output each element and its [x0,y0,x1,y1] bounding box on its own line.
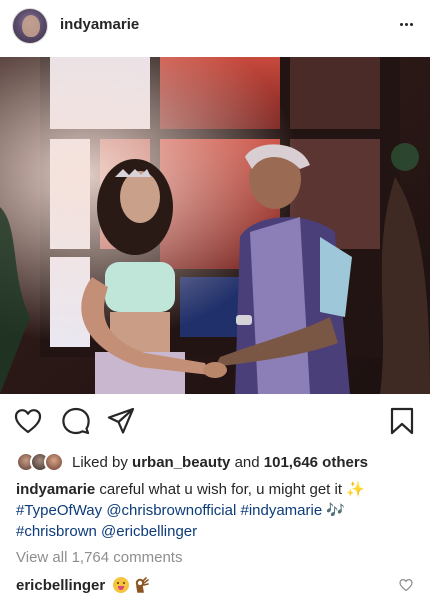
heart-icon [14,409,42,434]
bookmark-button[interactable] [386,404,418,438]
likes-count[interactable]: 101,646 others [264,454,368,471]
share-icon [107,407,135,434]
music-notes-emoji-icon: 🎶 [326,501,346,519]
share-button[interactable] [105,404,137,438]
mention-ericbellinger[interactable]: @ericbellinger [101,523,197,540]
caption-text: careful what u wish for, u might get it [99,481,343,498]
liker-username[interactable]: urban_beauty [132,454,230,471]
tongue-out-emoji-icon [113,577,130,593]
likes-text: Liked by urban_beauty and 101,646 others [72,454,368,471]
comment-row: ericbellinger [16,573,150,597]
post-username[interactable]: indyamarie [60,16,139,33]
action-bar [0,404,430,440]
comment-author[interactable]: ericbellinger [16,577,105,594]
comment-like-button[interactable] [399,578,413,592]
more-options-icon[interactable] [396,12,416,36]
sparkles-emoji-icon: ✨ [346,480,365,498]
liker-avatar [44,452,64,472]
hashtag-indyamarie[interactable]: #indyamarie [240,502,322,519]
comment-icon [62,407,90,435]
hashtag-chrisbrown[interactable]: #chrisbrown [16,523,97,540]
likes-joiner: and [234,453,260,471]
avatar[interactable] [12,8,48,44]
view-all-comments-link[interactable]: View all 1,764 comments [16,549,182,566]
post-photo[interactable] [0,57,430,394]
mention-chrisbrownofficial[interactable]: @chrisbrownofficial [106,502,236,519]
post-header: indyamarie [0,0,430,52]
caption-author[interactable]: indyamarie [16,481,95,498]
comment-button[interactable] [60,404,92,438]
likes-prefix: Liked by [72,453,128,471]
ok-hand-emoji-icon [135,577,150,593]
post-photo-image [0,57,430,394]
heart-icon [399,578,413,592]
post-caption: indyamarie careful what u wish for, u mi… [16,479,416,542]
likes-summary[interactable]: Liked by urban_beauty and 101,646 others [16,450,368,474]
hashtag-typeofway[interactable]: #TypeOfWay [16,502,102,519]
like-button[interactable] [12,404,44,438]
bookmark-icon [390,407,414,435]
